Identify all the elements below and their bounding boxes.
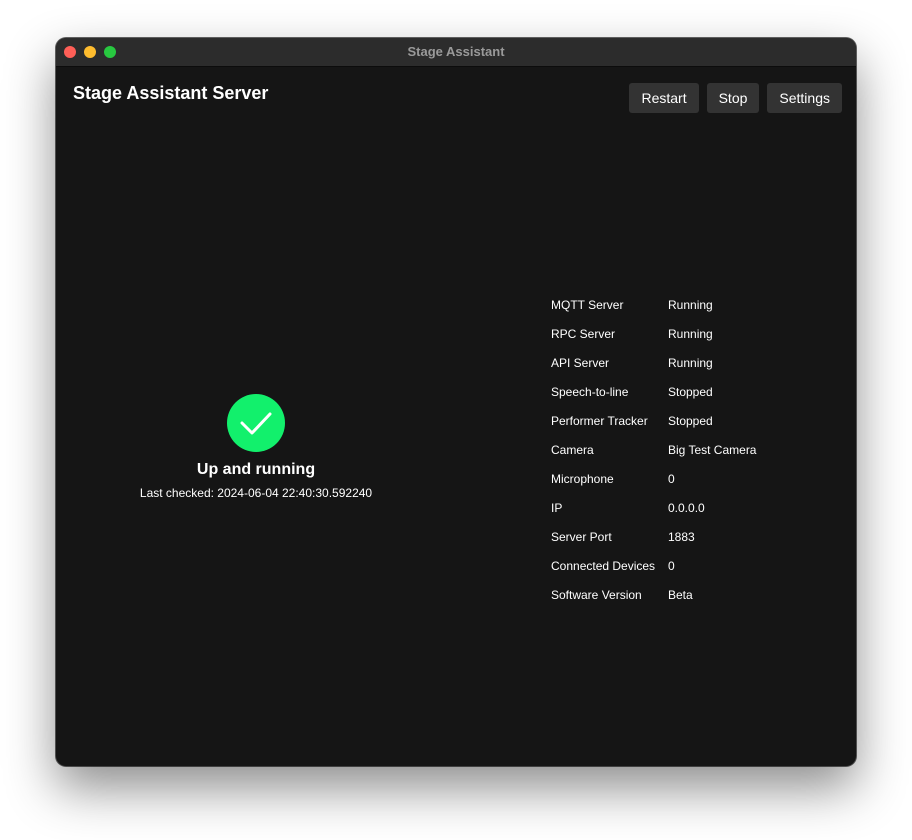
checkmark-icon [240, 412, 272, 435]
info-row: IP 0.0.0.0 [551, 494, 756, 523]
info-value: Stopped [668, 385, 713, 399]
info-label: Server Port [551, 530, 612, 544]
info-value: Big Test Camera [668, 443, 757, 457]
info-row: Camera Big Test Camera [551, 436, 756, 465]
info-row: Connected Devices 0 [551, 552, 756, 581]
page-title: Stage Assistant Server [73, 83, 269, 103]
last-checked-timestamp: Last checked: 2024-06-04 22:40:30.592240 [139, 486, 373, 500]
status-text: Up and running [196, 461, 316, 478]
info-row: Performer Tracker Stopped [551, 407, 756, 436]
info-label: IP [551, 501, 563, 515]
toolbar: Restart Stop Settings [629, 83, 842, 113]
info-value: Stopped [668, 414, 713, 428]
info-label: Performer Tracker [551, 414, 648, 428]
info-row: Software Version Beta [551, 581, 756, 610]
info-value: Beta [668, 588, 693, 602]
restart-button[interactable]: Restart [629, 83, 699, 113]
info-label: API Server [551, 356, 610, 370]
info-label: Camera [551, 443, 594, 457]
info-row: RPC Server Running [551, 320, 756, 349]
title-bar[interactable]: Stage Assistant [56, 38, 856, 67]
info-value: 1883 [668, 530, 695, 544]
info-row: API Server Running [551, 349, 756, 378]
info-label: RPC Server [551, 327, 616, 341]
status-indicator [227, 394, 285, 452]
info-value: Running [668, 298, 713, 312]
app-window: Stage Assistant Stage Assistant Server R… [56, 38, 856, 766]
window-title: Stage Assistant [407, 44, 505, 59]
info-label: MQTT Server [551, 298, 624, 312]
service-info-table: MQTT Server Running RPC Server Running API S… [551, 291, 756, 610]
info-value: 0.0.0.0 [668, 501, 705, 515]
info-label: Connected Devices [551, 559, 656, 573]
info-value: Running [668, 356, 713, 370]
info-row: MQTT Server Running [551, 291, 756, 320]
stop-button[interactable]: Stop [706, 83, 760, 113]
info-row: Microphone 0 [551, 465, 756, 494]
info-row: Speech-to-line Stopped [551, 378, 756, 407]
settings-button[interactable]: Settings [767, 83, 842, 113]
info-value: 0 [668, 559, 675, 573]
info-value: 0 [668, 472, 675, 486]
info-value: Running [668, 327, 713, 341]
status-panel: Up and running Last checked: 2024-06-04 … [96, 394, 416, 500]
info-row: Server Port 1883 [551, 523, 756, 552]
info-label: Microphone [551, 472, 614, 486]
info-label: Speech-to-line [551, 385, 629, 399]
info-label: Software Version [551, 588, 642, 602]
